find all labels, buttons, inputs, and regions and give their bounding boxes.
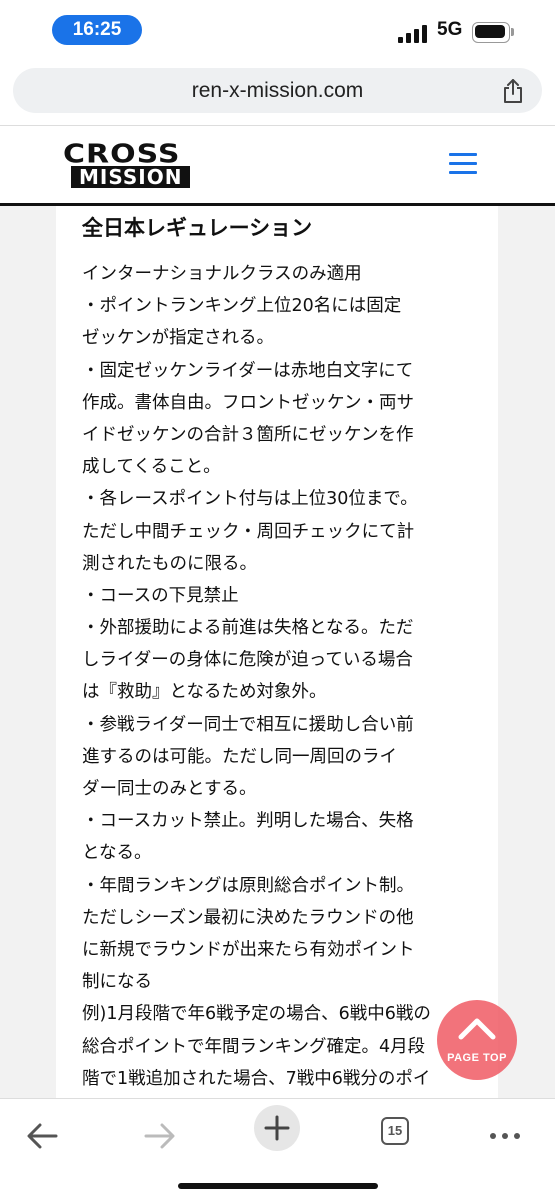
article-line: ・コースカット禁止。判明した場合、失格 [82,811,414,832]
article-line: 成してくること。 [82,457,221,478]
article-line: に新規でラウンドが出来たら有効ポイント [82,939,415,960]
tab-count: 15 [381,1117,409,1145]
article-line: ・各レースポイント付与は上位30位まで。 [82,489,418,510]
article-line: イドゼッケンの合計３箇所にゼッケンを作 [82,424,414,445]
logo-text-cross: CROSS [63,139,181,170]
article-line: ・コースの下見禁止 [82,585,239,606]
tabs-button[interactable]: 15 [371,1107,421,1157]
status-bar: 16:25 5G [0,0,555,60]
page-content: 全日本レギュレーション インターナショナルクラスのみ適用・ポイントランキング上位… [0,206,555,1098]
article-line: ・外部援助による前進は失格となる。ただ [82,618,414,639]
article-line: しライダーの身体に危険が迫っている場合 [82,650,413,671]
forward-icon[interactable] [134,1111,184,1161]
address-bar[interactable]: ren-x-mission.com [13,68,542,113]
status-time: 16:25 [52,15,142,45]
battery-icon [472,22,514,43]
share-icon[interactable] [501,78,525,104]
article-body: インターナショナルクラスのみ適用・ポイントランキング上位20名には固定 ゼッケンが… [82,258,492,1095]
article-line: 例)1月段階で年6戦予定の場合、6戦中6戦の [82,1004,431,1025]
article-line: 総合ポイントで年間ランキング確定。4月段 [82,1036,426,1057]
logo-text-mission: MISSION [71,166,191,188]
article-line: ・年間ランキングは原則総合ポイント制。 [82,875,414,896]
article-line: ゼッケンが指定される。 [82,328,274,349]
signal-bars-icon [398,23,430,43]
url-text[interactable]: ren-x-mission.com [13,68,542,113]
article-line: ・参戦ライダー同士で相互に援助し合い前 [82,714,414,735]
article-line: 進するのは可能。ただし同一周回のライ [82,746,397,767]
article-line: 測されたものに限る。 [82,553,257,574]
article-line: 作成。書体自由。フロントゼッケン・両サ [82,392,414,413]
hamburger-menu-icon[interactable] [449,153,477,175]
page-top-button[interactable]: PAGE TOP [437,1000,517,1080]
article-line: となる。 [82,843,152,864]
article-line: は『救助』となるため対象外。 [82,682,327,703]
home-indicator [178,1183,378,1189]
site-logo[interactable]: CROSS MISSION [63,142,233,192]
article-line: ・ポイントランキング上位20名には固定 [82,296,402,317]
article-line: ダー同士のみとする。 [82,779,257,799]
chevron-up-icon [458,1018,496,1040]
new-tab-button[interactable] [254,1105,304,1155]
article-line: 制になる [82,972,152,993]
article-line: インターナショナルクラスのみ適用 [82,264,362,284]
article-card: 全日本レギュレーション インターナショナルクラスのみ適用・ポイントランキング上位… [56,206,498,1098]
article-line: ただしシーズン最初に決めたラウンドの他 [82,907,414,928]
network-type: 5G [437,19,463,40]
article-line: ・固定ゼッケンライダーは赤地白文字にて [82,360,414,381]
more-icon[interactable] [480,1111,530,1161]
plus-icon [264,1115,290,1141]
back-icon[interactable] [18,1111,68,1161]
article-line: ただし中間チェック・周回チェックにて計 [82,521,415,542]
page-top-label: PAGE TOP [447,1052,507,1064]
site-header: CROSS MISSION [0,126,555,204]
article-line: 階で1戦追加された場合、7戦中6戦分のポイ [82,1068,431,1089]
article-title: 全日本レギュレーション [82,216,313,240]
